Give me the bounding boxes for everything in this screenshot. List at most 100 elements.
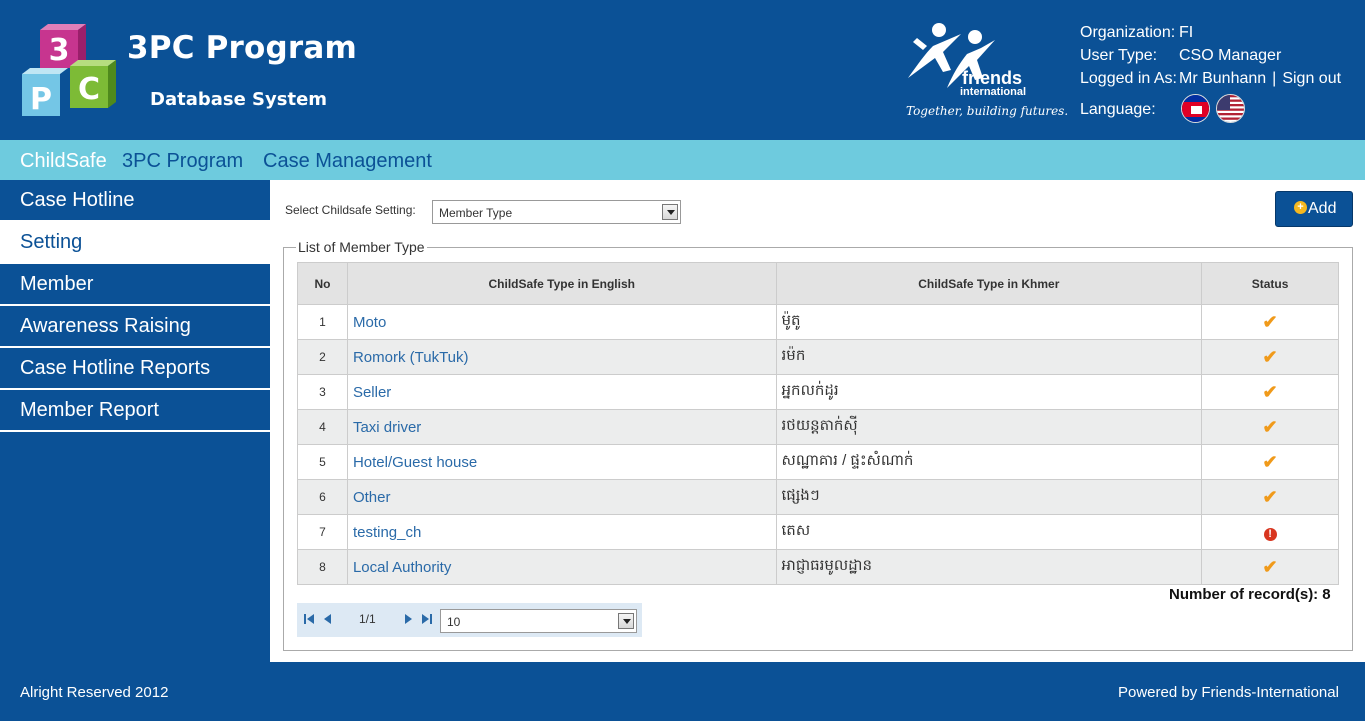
cell-english-link[interactable]: Seller <box>346 374 777 410</box>
column-header-khmer[interactable]: ChildSafe Type in Khmer <box>775 262 1203 305</box>
cell-english-link[interactable]: Taxi driver <box>346 409 777 445</box>
table-row[interactable]: 8 Local Authority អាជ្ញាធរមូលដ្ឋាន ✔ <box>297 549 1339 585</box>
cell-khmer: អាជ្ញាធរមូលដ្ឋាន <box>775 549 1203 585</box>
3pc-logo-icon: 3 P C <box>22 24 116 117</box>
topnav-childsafe[interactable]: ChildSafe <box>20 150 107 173</box>
cell-khmer: រថយន្តតាក់ស៊ី <box>775 409 1203 445</box>
checkmark-icon[interactable]: ✔ <box>1263 557 1278 577</box>
sign-out-link[interactable]: Sign out <box>1282 70 1341 87</box>
next-page-icon[interactable] <box>402 613 414 625</box>
cell-status: ✔ <box>1201 444 1339 480</box>
cell-status: ✔ <box>1201 374 1339 410</box>
select-setting-label: Select Childsafe Setting: <box>285 203 416 217</box>
cell-no: 7 <box>297 514 348 550</box>
cell-khmer: ផ្សេងៗ <box>775 479 1203 515</box>
page-size-value: 10 <box>447 615 461 629</box>
logged-in-label: Logged in As: <box>1080 70 1177 87</box>
main-content: Select Childsafe Setting: Member Type + … <box>270 180 1365 662</box>
cell-status: ✔ <box>1201 304 1339 340</box>
cell-khmer: សណ្ឋាគារ / ផ្ទះសំណាក់ <box>775 444 1203 480</box>
checkmark-icon[interactable]: ✔ <box>1263 417 1278 437</box>
cell-khmer: រម៉ក <box>775 339 1203 375</box>
logo-letter-c: C <box>78 72 100 107</box>
column-header-no[interactable]: No <box>297 262 348 305</box>
brand-title: 3PC Program <box>127 30 358 66</box>
cell-status: ✔ <box>1201 549 1339 585</box>
column-header-english[interactable]: ChildSafe Type in English <box>346 262 777 305</box>
add-button[interactable]: + Add <box>1275 191 1353 227</box>
checkmark-icon[interactable]: ✔ <box>1263 487 1278 507</box>
table-row[interactable]: 3 Seller អ្នកលក់ដូរ ✔ <box>297 374 1339 410</box>
table-row[interactable]: 5 Hotel/Guest house សណ្ឋាគារ / ផ្ទះសំណាក់ ✔ <box>297 444 1339 480</box>
sidebar-item-case-hotline[interactable]: Case Hotline <box>0 180 270 222</box>
footer-powered-by[interactable]: Powered by Friends-International <box>1118 684 1339 701</box>
page-size-select[interactable]: 10 <box>440 609 637 633</box>
organization-label: Organization: <box>1080 24 1176 41</box>
cell-english-link[interactable]: Local Authority <box>346 549 777 585</box>
first-page-icon[interactable] <box>303 613 315 625</box>
cell-english-link[interactable]: Romork (TukTuk) <box>346 339 777 375</box>
record-count-value: 8 <box>1322 586 1331 603</box>
cell-status: ✔ <box>1201 409 1339 445</box>
language-label: Language: <box>1080 101 1156 118</box>
sidebar-item-setting[interactable]: Setting <box>0 222 270 264</box>
table-row[interactable]: 7 testing_ch តេស! <box>297 514 1339 550</box>
logged-in-value: Mr Bunhann <box>1179 70 1267 87</box>
alert-icon[interactable]: ! <box>1263 527 1277 541</box>
table-row[interactable]: 4 Taxi driver រថយន្តតាក់ស៊ី ✔ <box>297 409 1339 445</box>
partner-name-line2: international <box>960 86 1027 98</box>
cell-english-link[interactable]: testing_ch <box>346 514 777 550</box>
cell-english-link[interactable]: Hotel/Guest house <box>346 444 777 480</box>
setting-select-value: Member Type <box>439 206 513 220</box>
last-page-icon[interactable] <box>421 613 433 625</box>
checkmark-icon[interactable]: ✔ <box>1263 312 1278 332</box>
brand-subtitle: Database System <box>150 89 328 110</box>
table-header-row: No ChildSafe Type in English ChildSafe T… <box>297 262 1339 305</box>
setting-select[interactable]: Member Type <box>432 200 681 224</box>
table-row[interactable]: 2 Romork (TukTuk) រម៉ក ✔ <box>297 339 1339 375</box>
cell-english-link[interactable]: Other <box>346 479 777 515</box>
cell-khmer: ម៉ូតូ <box>775 304 1203 340</box>
column-header-status[interactable]: Status <box>1201 262 1339 305</box>
header: 3 P C 3PC Program Database System friend… <box>0 0 1365 140</box>
list-title: List of Member Type <box>296 239 427 255</box>
member-type-table: No ChildSafe Type in English ChildSafe T… <box>297 262 1339 585</box>
cell-no: 5 <box>297 444 348 480</box>
topnav-case-management[interactable]: Case Management <box>263 150 432 173</box>
cell-no: 2 <box>297 339 348 375</box>
cell-khmer: អ្នកលក់ដូរ <box>775 374 1203 410</box>
cell-no: 1 <box>297 304 348 340</box>
organization-value: FI <box>1179 24 1194 41</box>
topnav-3pc-program[interactable]: 3PC Program <box>122 150 243 173</box>
plus-icon: + <box>1294 201 1307 214</box>
sidebar-item-member[interactable]: Member <box>0 264 270 306</box>
table-row[interactable]: 6 Other ផ្សេងៗ ✔ <box>297 479 1339 515</box>
cell-status: ! <box>1201 514 1339 550</box>
checkmark-icon[interactable]: ✔ <box>1263 347 1278 367</box>
separator: | <box>1272 70 1277 87</box>
page-indicator: 1/1 <box>359 612 376 626</box>
user-type-value: CSO Manager <box>1179 47 1282 64</box>
sidebar: Case Hotline Setting Member Awareness Ra… <box>0 180 270 432</box>
user-type-label: User Type: <box>1080 47 1158 64</box>
chevron-down-icon[interactable] <box>662 204 678 220</box>
table-row[interactable]: 1 Moto ម៉ូតូ ✔ <box>297 304 1339 340</box>
sidebar-item-case-hotline-reports[interactable]: Case Hotline Reports <box>0 348 270 390</box>
record-count-label: Number of record(s): <box>1169 586 1319 603</box>
cell-english-link[interactable]: Moto <box>346 304 777 340</box>
cell-no: 4 <box>297 409 348 445</box>
checkmark-icon[interactable]: ✔ <box>1263 452 1278 472</box>
add-button-label: Add <box>1308 200 1337 217</box>
sidebar-item-member-report[interactable]: Member Report <box>0 390 270 432</box>
cell-status: ✔ <box>1201 339 1339 375</box>
cell-no: 3 <box>297 374 348 410</box>
checkmark-icon[interactable]: ✔ <box>1263 382 1278 402</box>
us-flag-icon[interactable] <box>1216 94 1245 123</box>
chevron-down-icon[interactable] <box>618 613 634 629</box>
top-nav: ChildSafe 3PC Program Case Management <box>0 140 1365 180</box>
sidebar-item-awareness-raising[interactable]: Awareness Raising <box>0 306 270 348</box>
cell-no: 6 <box>297 479 348 515</box>
cambodia-flag-icon[interactable] <box>1181 94 1210 123</box>
cell-no: 8 <box>297 549 348 585</box>
previous-page-icon[interactable] <box>322 613 334 625</box>
